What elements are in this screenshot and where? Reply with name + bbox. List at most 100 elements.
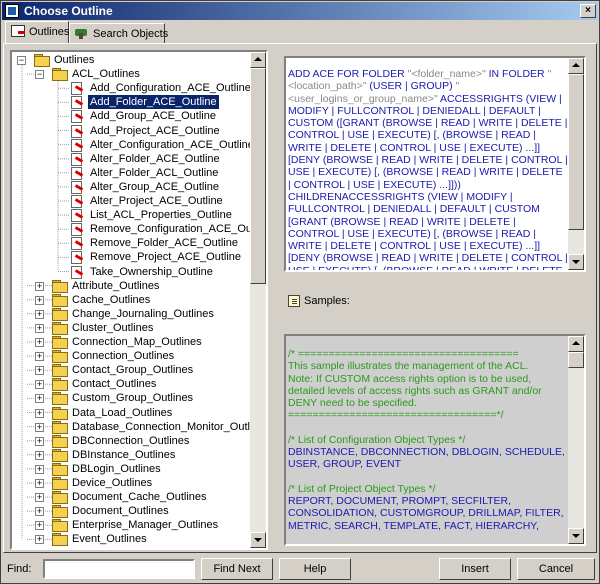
tree-node-label: Connection_Outlines <box>72 350 175 363</box>
folder-icon <box>52 68 68 82</box>
expand-icon[interactable]: + <box>35 323 44 333</box>
tree-node-acl-outlines[interactable]: − ACL_Outlines <box>12 67 250 82</box>
insert-button[interactable]: Insert <box>439 558 511 580</box>
tree-node-connection-outlines[interactable]: + Connection_Outlines <box>12 349 250 364</box>
tree-node-alter-group-ace-outline[interactable]: Alter_Group_ACE_Outline <box>12 180 250 194</box>
tree-node-cache-outlines[interactable]: + Cache_Outlines <box>12 293 250 307</box>
expand-icon[interactable]: + <box>35 479 44 488</box>
tree-node-alter-folder-ace-outline[interactable]: Alter_Folder_ACE_Outline <box>12 152 250 166</box>
tree-node-cluster-outlines[interactable]: + Cluster_Outlines <box>12 321 250 335</box>
notepad-icon <box>288 295 300 307</box>
tree-scroll-down-button[interactable] <box>250 532 266 548</box>
expand-icon[interactable]: + <box>35 309 44 319</box>
tree-node-document-outlines[interactable]: + Document_Outlines <box>12 504 250 519</box>
tab-outlines[interactable]: Outlines <box>5 21 69 43</box>
expand-icon[interactable]: + <box>35 436 44 446</box>
tree-node-device-outlines[interactable]: + Device_Outlines <box>12 476 250 490</box>
tree-node-label: Attribute_Outlines <box>72 279 160 292</box>
expand-icon[interactable]: + <box>35 507 44 517</box>
find-next-button[interactable]: Find Next <box>201 558 273 580</box>
expand-icon[interactable]: + <box>35 366 44 376</box>
samples-scroll-thumb[interactable] <box>568 352 584 368</box>
sample-comment-line: This sample illustrates the management o… <box>288 360 529 373</box>
expand-icon[interactable]: + <box>35 281 44 291</box>
tree-node-add-group-ace-outline[interactable]: Add_Group_ACE_Outline <box>12 109 250 124</box>
tree-scrollbar[interactable] <box>250 52 266 548</box>
tree-node-label: Contact_Outlines <box>72 378 157 391</box>
expand-icon[interactable]: + <box>35 493 44 503</box>
outline-file-icon <box>70 251 84 265</box>
syntax-scroll-up-button[interactable] <box>568 58 584 74</box>
tree-node-alter-folder-acl-outline[interactable]: Alter_Folder_ACL_Outline <box>12 166 250 180</box>
tree-node-add-configuration-ace-outline[interactable]: Add_Configuration_ACE_Outline <box>12 81 251 96</box>
tree-node-alter-configuration-ace-outline[interactable]: Alter_Configuration_ACE_Outline <box>12 138 254 152</box>
syntax-scroll-thumb[interactable] <box>568 74 584 230</box>
tree-node-label: Alter_Project_ACE_Outline <box>90 195 223 207</box>
tree-node-label: Custom_Group_Outlines <box>72 392 194 405</box>
syntax-keyword-text: IN FOLDER <box>485 68 548 80</box>
choose-outline-dialog: Choose Outline × Outlines Search Objects… <box>0 0 600 584</box>
expand-icon[interactable]: + <box>35 521 44 531</box>
cancel-button[interactable]: Cancel <box>517 558 595 580</box>
expand-icon[interactable]: + <box>35 338 44 347</box>
folder-icon <box>34 54 50 67</box>
tree-node-take-ownership-outline[interactable]: Take_Ownership_Outline <box>12 265 250 279</box>
help-button[interactable]: Help <box>279 558 351 580</box>
sample-blank-line <box>288 422 568 434</box>
tree-node-attribute-outlines[interactable]: + Attribute_Outlines <box>12 279 250 293</box>
tree-node-label: Add_Configuration_ACE_Outline <box>90 82 251 95</box>
expand-icon[interactable]: + <box>35 535 44 545</box>
tree-node-dblogin-outlines[interactable]: + DBLogin_Outlines <box>12 462 250 476</box>
tree-node-remove-folder-ace-outline[interactable]: Remove_Folder_ACE_Outline <box>12 236 250 251</box>
collapse-icon[interactable]: − <box>35 70 44 80</box>
tree-node-add-folder-ace-outline[interactable]: Add_Folder_ACE_Outline <box>12 94 250 111</box>
sample-comment-line: ==================================*/ <box>288 409 504 422</box>
tree-node-event-outlines[interactable]: + Event_Outlines <box>12 532 250 547</box>
tree-node-dbinstance-outlines[interactable]: + DBInstance_Outlines <box>12 448 250 462</box>
tab-outlines-label: Outlines <box>29 26 70 38</box>
samples-preview[interactable]: /* ==================================== T… <box>284 334 586 546</box>
tree-node-data-load-outlines[interactable]: + Data_Load_Outlines <box>12 406 250 420</box>
scroll-down-arrow-icon <box>572 534 580 538</box>
tree-node-remove-project-ace-outline[interactable]: Remove_Project_ACE_Outline <box>12 250 250 265</box>
samples-scroll-down-button[interactable] <box>568 528 584 544</box>
tab-search-objects[interactable]: Search Objects <box>69 23 168 43</box>
expand-icon[interactable]: + <box>35 408 44 418</box>
syntax-preview[interactable]: ADD ACE FOR FOLDER "<folder_name>" IN FO… <box>284 56 586 272</box>
tree-node-dbconnection-outlines[interactable]: + DBConnection_Outlines <box>12 434 250 448</box>
tree-node-enterprise-manager-outlines[interactable]: + Enterprise_Manager_Outlines <box>12 518 250 533</box>
tree-node-outlines[interactable]: − Outlines <box>12 53 250 67</box>
expand-icon[interactable]: + <box>35 380 44 390</box>
tree-node-add-project-ace-outline[interactable]: Add_Project_ACE_Outline <box>12 124 250 138</box>
tree-node-alter-project-ace-outline[interactable]: Alter_Project_ACE_Outline <box>12 194 250 208</box>
expand-icon[interactable]: + <box>35 394 44 404</box>
expand-icon[interactable]: + <box>35 352 44 362</box>
tree-node-custom-group-outlines[interactable]: + Custom_Group_Outlines <box>12 391 250 406</box>
tree-node-label: Contact_Group_Outlines <box>72 364 194 377</box>
syntax-scrollbar[interactable] <box>568 58 584 270</box>
tree-node-document-cache-outlines[interactable]: + Document_Cache_Outlines <box>12 490 250 505</box>
tree-node-database-connection-monitor-outlines[interactable]: + Database_Connection_Monitor_Outlines <box>12 420 266 434</box>
scroll-up-arrow-icon <box>572 63 580 67</box>
expand-icon[interactable]: + <box>35 422 44 432</box>
samples-scroll-up-button[interactable] <box>568 336 584 352</box>
close-button[interactable]: × <box>580 4 596 18</box>
tree-node-connection-map-outlines[interactable]: + Connection_Map_Outlines <box>12 335 250 349</box>
samples-scrollbar[interactable] <box>568 336 584 544</box>
tree-node-remove-configuration-ace-outline[interactable]: Remove_Configuration_ACE_Outline <box>12 222 266 237</box>
tree-node-contact-group-outlines[interactable]: + Contact_Group_Outlines <box>12 363 250 378</box>
expand-icon[interactable]: + <box>35 464 44 474</box>
find-input[interactable] <box>43 559 195 579</box>
tree-node-contact-outlines[interactable]: + Contact_Outlines <box>12 377 250 392</box>
tree-node-change-journaling-outlines[interactable]: + Change_Journaling_Outlines <box>12 307 250 321</box>
tree-scroll-up-button[interactable] <box>250 52 266 68</box>
outline-tree[interactable]: − Outlines − ACL_Outlines Add_Configuration_… <box>10 50 268 550</box>
collapse-icon[interactable]: − <box>17 56 26 65</box>
tree-node-list-acl-properties-outline[interactable]: List_ACL_Properties_Outline <box>12 208 250 223</box>
title-bar[interactable]: Choose Outline × <box>2 2 598 20</box>
expand-icon[interactable]: + <box>35 295 44 305</box>
tree-scroll-thumb[interactable] <box>250 68 266 284</box>
syntax-scroll-down-button[interactable] <box>568 254 584 270</box>
expand-icon[interactable]: + <box>35 450 44 460</box>
outline-file-icon <box>70 82 84 96</box>
